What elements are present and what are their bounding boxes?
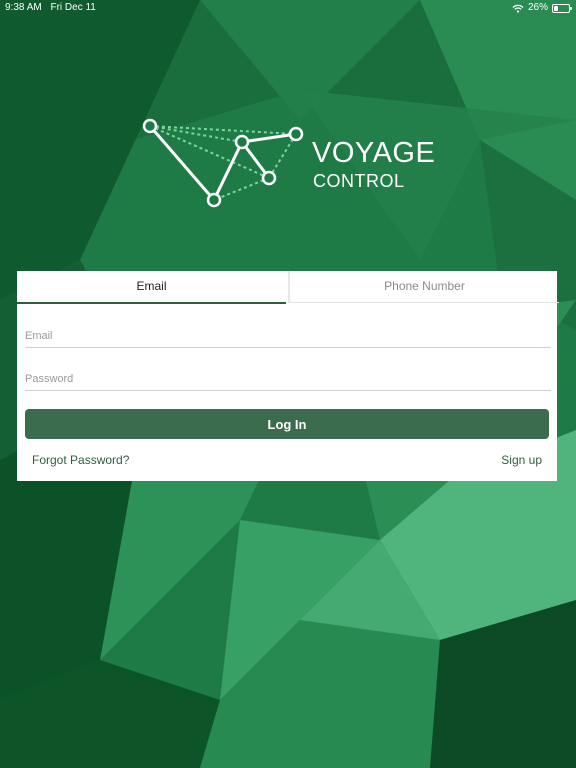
signup-link[interactable]: Sign up [501, 453, 542, 467]
login-button[interactable]: Log In [25, 409, 549, 439]
status-time: 9:38 AM [5, 2, 42, 13]
tab-email[interactable]: Email [17, 271, 286, 304]
status-bar: 9:38 AM Fri Dec 11 26% [0, 0, 576, 16]
brand-subtitle: CONTROL [313, 171, 405, 191]
battery-icon [552, 3, 572, 13]
login-method-tabs: Email Phone Number [17, 271, 559, 304]
status-date: Fri Dec 11 [50, 2, 96, 13]
wifi-icon [512, 4, 524, 13]
brand-title: VOYAGE [312, 137, 436, 169]
tab-phone-number[interactable]: Phone Number [288, 271, 559, 303]
battery-fill [554, 5, 558, 11]
forgot-password-link[interactable]: Forgot Password? [32, 453, 129, 467]
status-indicators: 26% [512, 0, 572, 16]
login-card: Email Phone Number Log In Forgot Passwor… [17, 271, 559, 481]
battery-percent: 26% [527, 2, 548, 13]
email-input[interactable] [25, 325, 551, 348]
status-time-date: 9:38 AM Fri Dec 11 [5, 0, 96, 16]
password-input[interactable] [25, 368, 551, 391]
